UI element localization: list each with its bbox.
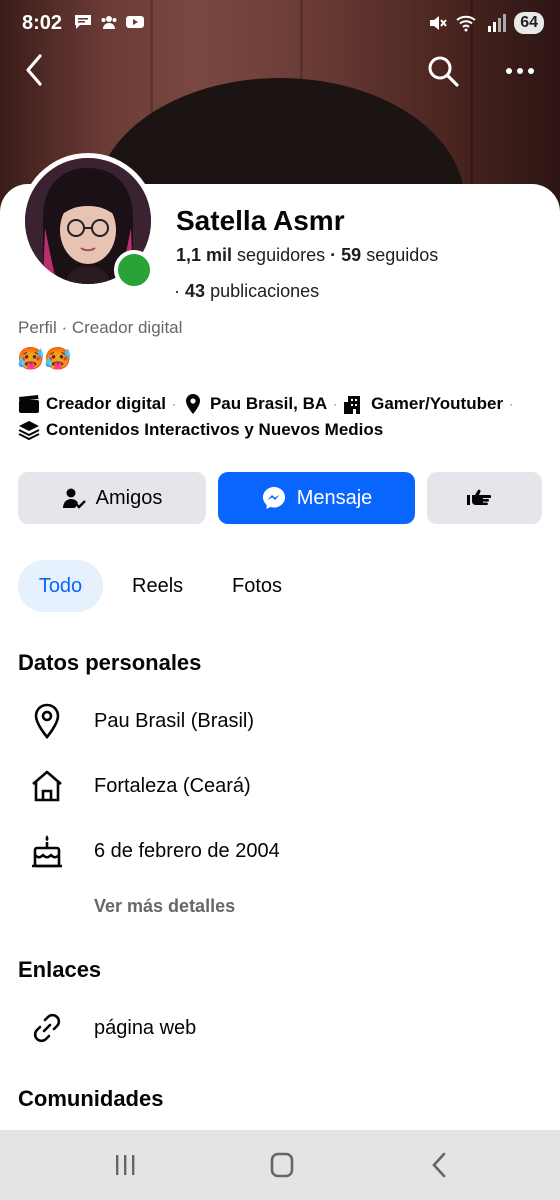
profile-category: Perfil · Creador digital [18,318,183,337]
clapperboard-icon [19,395,39,413]
message-button[interactable]: Mensaje [218,472,415,524]
posts-stats: · 43 publicaciones [174,281,319,302]
links-section-title: Enlaces [18,957,102,982]
groups-icon [101,16,117,29]
following-count[interactable]: 59 [341,245,361,265]
location-pin-icon [28,702,66,740]
posts-dot: · [174,281,180,301]
followers-label[interactable]: seguidores [237,245,325,265]
wifi-icon [456,15,476,32]
detail-field: Contenidos Interactivos y Nuevos Medios [46,420,384,439]
chat-icon [75,15,91,29]
search-icon[interactable] [426,54,460,88]
detail-separator: · [333,397,338,411]
layers-icon [18,421,40,440]
detail-creator: Creador digital [46,394,166,413]
following-label[interactable]: seguidos [366,245,438,265]
personal-item-birthday: 6 de febrero de 2004 [28,831,280,871]
friends-label: Amigos [95,486,163,509]
followers-count[interactable]: 1,1 mil [176,245,232,265]
see-more-details-link[interactable]: Ver más detalles [94,896,235,917]
details-row-2: Contenidos Interactivos y Nuevos Medios [18,420,383,440]
cake-icon [28,832,66,870]
location-pin-icon [185,394,200,414]
friend-check-icon [62,488,86,509]
posts-count: 43 [185,281,206,301]
tab-reels[interactable]: Reels [132,560,183,612]
status-time: 8:02 [22,12,63,34]
status-notifications [74,14,144,30]
mute-icon [430,16,447,30]
tab-all[interactable]: Todo [18,560,103,612]
personal-birthday-text: 6 de febrero de 2004 [94,839,280,862]
details-row-1: Creador digital · Pau Brasil, BA · Gamer… [18,394,519,414]
system-navigation-bar [0,1130,560,1200]
link-item-website[interactable]: página web [28,1008,196,1048]
more-actions-button[interactable] [427,472,542,524]
website-link-text: página web [94,1016,197,1039]
online-status-indicator [114,250,154,290]
bio-emojis: 🥵🥵 [17,346,72,371]
tab-photos[interactable]: Fotos [232,560,282,612]
status-bar: 8:02 64 [0,0,560,48]
link-icon [28,1009,66,1047]
building-icon [344,396,361,414]
signal-icon [488,14,507,32]
personal-location-text: Pau Brasil (Brasil) [94,709,255,732]
detail-location: Pau Brasil, BA [209,394,328,413]
messenger-icon [262,487,285,509]
battery-level: 64 [514,12,544,34]
follow-stats: 1,1 mil seguidores · 59 seguidos [176,245,438,266]
home-circle-icon[interactable] [267,1150,297,1180]
profile-name: Satella Asmr [176,205,345,236]
back-arrow-icon[interactable] [20,52,50,88]
personal-section-title: Datos personales [18,650,202,675]
personal-item-hometown: Fortaleza (Ceará) [28,766,251,806]
friends-button[interactable]: Amigos [18,472,206,524]
home-icon [28,767,66,805]
youtube-icon [126,16,144,28]
pointing-hand-icon [466,489,491,505]
personal-item-location: Pau Brasil (Brasil) [28,701,254,741]
message-label: Mensaje [296,486,373,509]
more-dots-icon[interactable] [504,56,536,86]
back-chevron-icon[interactable] [425,1150,455,1180]
posts-label: publicaciones [210,281,320,301]
top-navigation [0,52,560,92]
recents-icon[interactable] [110,1150,140,1180]
detail-separator: · [171,397,176,411]
detail-work: Gamer/Youtuber [371,394,504,413]
stats-dot: · [330,245,337,265]
communities-section-title: Comunidades [18,1086,164,1111]
personal-hometown-text: Fortaleza (Ceará) [94,774,251,797]
status-system: 64 [428,12,544,34]
detail-separator: · [509,397,514,411]
